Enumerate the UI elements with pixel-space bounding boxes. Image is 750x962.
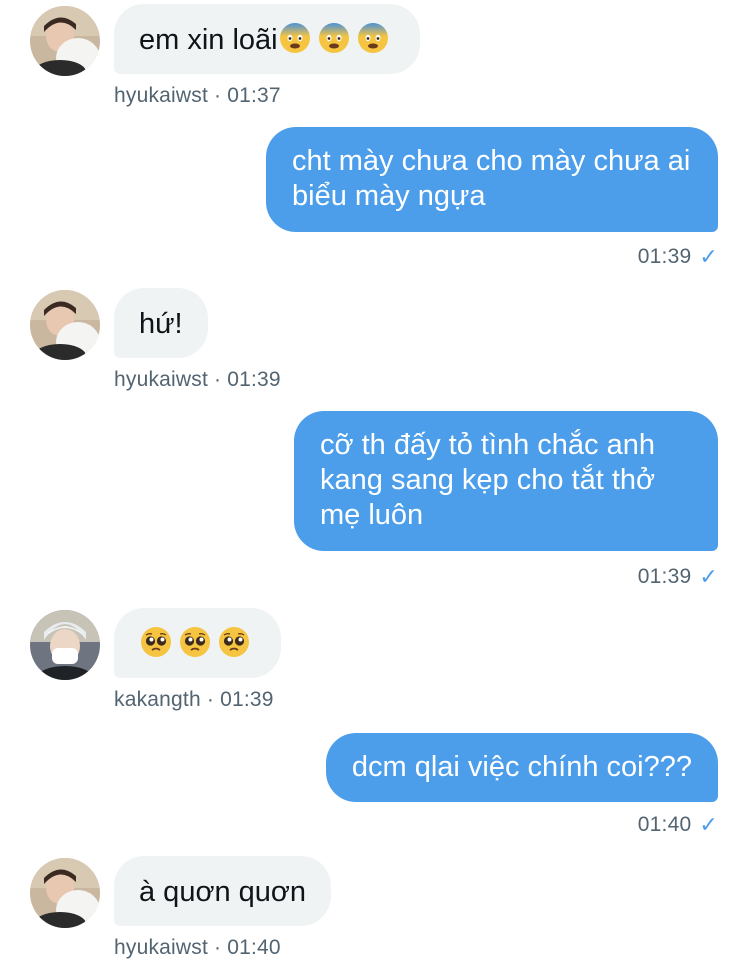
fearful-face-emoji — [278, 21, 312, 55]
message-time: 01:39 — [637, 245, 692, 268]
message-bubble-incoming[interactable]: hứ! — [114, 288, 208, 358]
message-bubble-outgoing[interactable]: dcm qlai việc chính coi??? — [325, 733, 718, 802]
message-bubble-outgoing[interactable]: cỡ th đấy tỏ tình chắc anh kang sang kẹp… — [294, 411, 718, 551]
fearful-face-emoji — [317, 21, 351, 55]
pleading-face-emoji — [139, 625, 173, 659]
avatar[interactable] — [30, 610, 100, 680]
message-text: hứ! — [139, 308, 183, 340]
message-meta: kakangth · 01:39 — [114, 688, 274, 711]
message-time: 01:39 — [637, 565, 692, 588]
message-text: dcm qlai việc chính coi??? — [351, 751, 692, 783]
check-icon: ✓ — [699, 812, 718, 837]
avatar[interactable] — [30, 6, 100, 76]
pleading-face-emoji — [217, 625, 251, 659]
pleading-face-emoji — [178, 625, 212, 659]
message-bubble-incoming[interactable]: à quơn quơn — [114, 856, 332, 926]
message-bubble-outgoing[interactable]: cht mày chưa cho mày chưa ai biểu mày ng… — [266, 127, 718, 232]
avatar[interactable] — [30, 290, 100, 360]
message-bubble-incoming[interactable]: em xin loãi — [114, 4, 420, 74]
message-meta: hyukaiwst · 01:39 — [114, 368, 281, 391]
message-bubble-incoming[interactable] — [114, 608, 281, 678]
fearful-face-emoji — [356, 21, 390, 55]
message-text: cht mày chưa cho mày chưa ai biểu mày ng… — [292, 145, 691, 212]
message-meta: hyukaiwst · 01:37 — [114, 84, 281, 107]
message-meta: hyukaiwst · 01:40 — [114, 936, 281, 959]
message-meta: 01:39 ✓ — [638, 564, 718, 590]
check-icon: ✓ — [699, 564, 718, 589]
message-meta: 01:39 ✓ — [638, 244, 718, 270]
message-time: 01:40 — [637, 813, 692, 836]
message-text: à quơn quơn — [139, 876, 307, 908]
message-meta: 01:40 ✓ — [638, 812, 718, 838]
avatar[interactable] — [30, 858, 100, 928]
check-icon: ✓ — [699, 244, 718, 269]
message-text: cỡ th đấy tỏ tình chắc anh kang sang kẹp… — [320, 429, 656, 531]
message-text: em xin loãi — [139, 24, 278, 56]
